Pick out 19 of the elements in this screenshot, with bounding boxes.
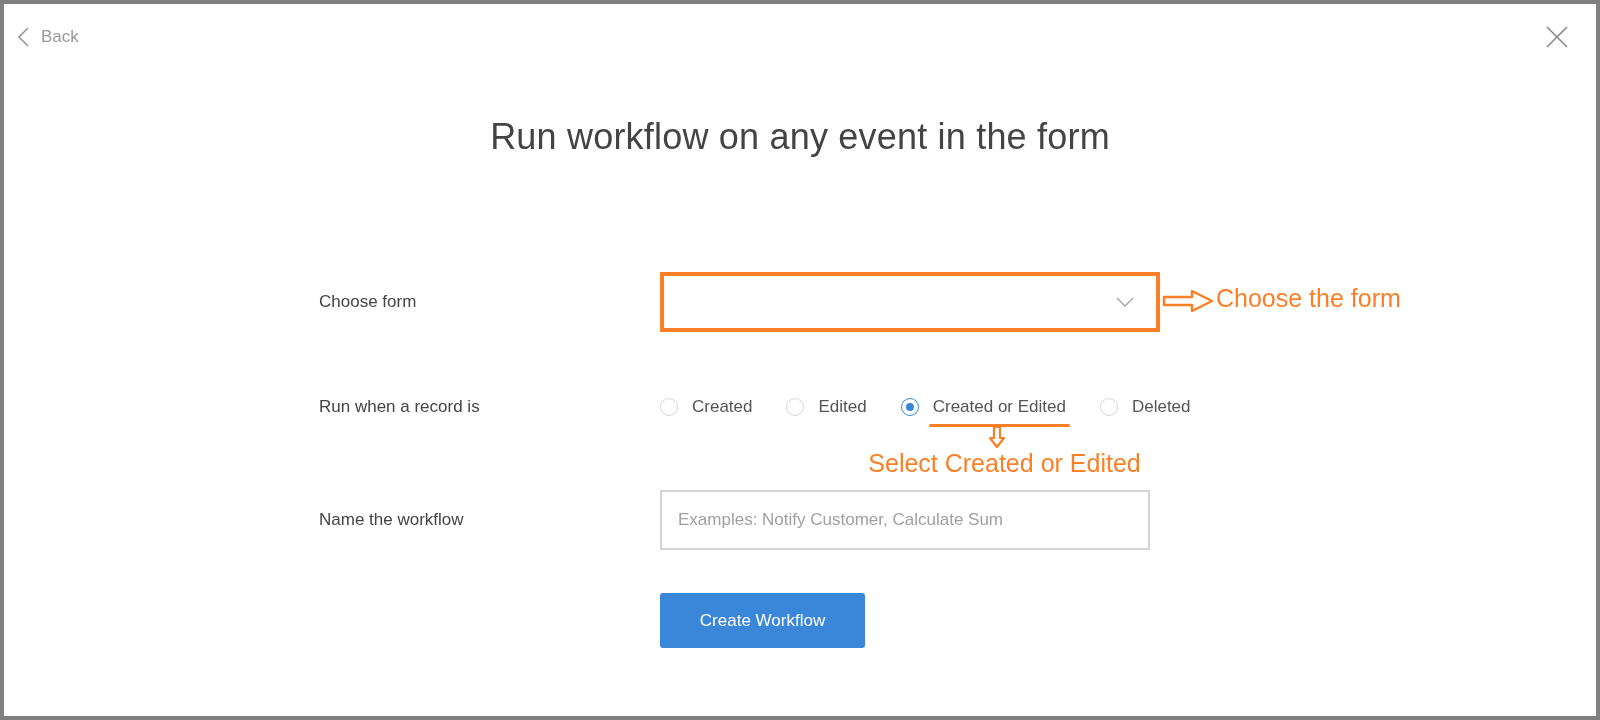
radio-label[interactable]: Deleted xyxy=(1131,397,1191,417)
create-workflow-button[interactable]: Create Workflow xyxy=(660,593,865,648)
annotation-text: Choose the form xyxy=(1216,284,1401,313)
radio-button[interactable] xyxy=(900,398,919,416)
form-dropdown[interactable] xyxy=(660,272,1160,332)
field-label: Run when a record is xyxy=(319,397,481,417)
annotation-text: Select Created or Edited xyxy=(868,449,1141,478)
annotation-arrow-icon xyxy=(1162,289,1214,313)
chevron-left-icon xyxy=(18,27,29,47)
radio-label[interactable]: Edited xyxy=(818,397,867,417)
close-icon[interactable] xyxy=(1546,26,1568,48)
radio-label[interactable]: Created xyxy=(692,397,753,417)
workflow-name-field[interactable]: Examples: Notify Customer, Calculate Sum xyxy=(660,490,1150,550)
radio-label[interactable]: Created or Edited xyxy=(932,397,1066,417)
page-title: Run workflow on any event in the form xyxy=(489,115,1111,159)
field-label: Choose form xyxy=(319,292,418,312)
annotation-arrow-icon xyxy=(989,425,1006,449)
chevron-down-icon xyxy=(1116,297,1134,307)
field-label: Name the workflow xyxy=(319,510,465,530)
